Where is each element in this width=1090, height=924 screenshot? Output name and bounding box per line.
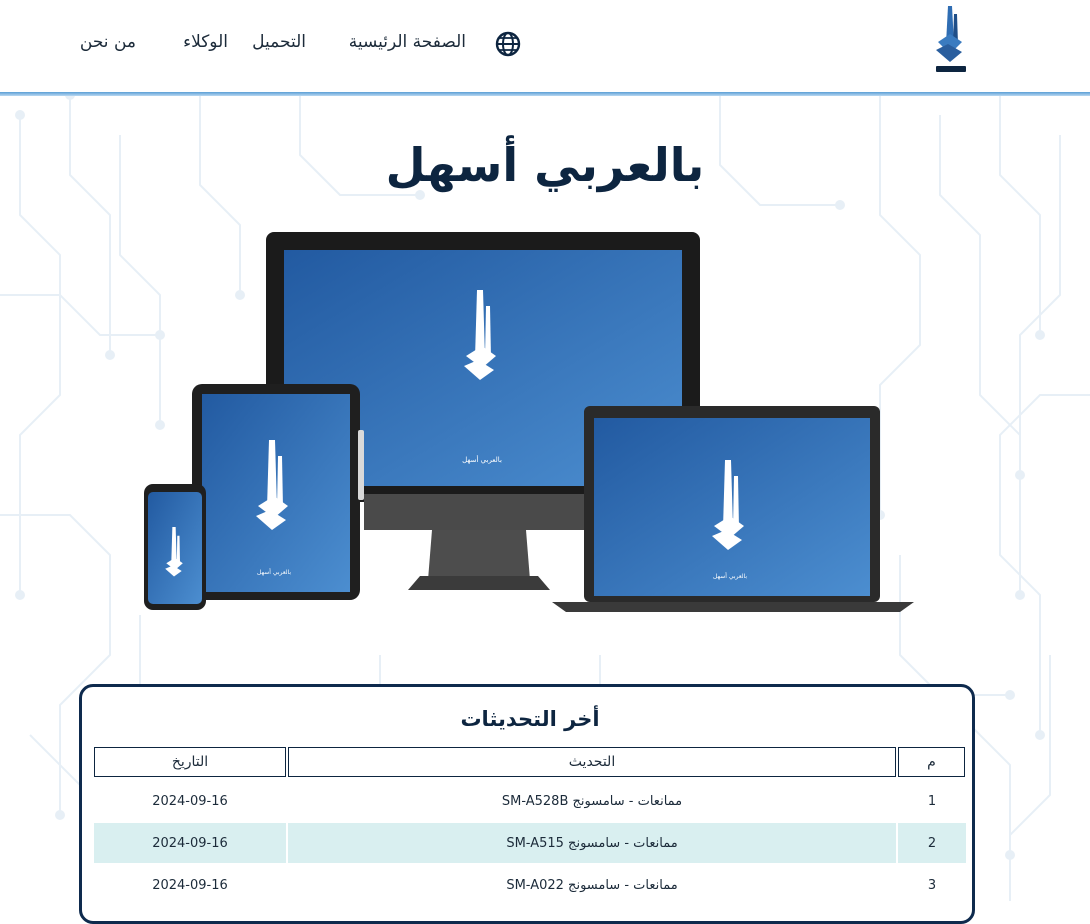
- laptop-device: بالعربي أسهل: [552, 406, 914, 612]
- updates-panel: أخر التحديثات م التحديث التاريخ 1 ممانعا…: [79, 684, 975, 924]
- header-divider: [0, 92, 1090, 96]
- updates-title: أخر التحديثات: [460, 707, 600, 731]
- tablet-caption: بالعربي أسهل: [257, 568, 291, 576]
- devices-illustration: بالعربي أسهل بالعربي أسهل بالعربي أسهل: [144, 232, 914, 612]
- laptop-caption: بالعربي أسهل: [713, 572, 747, 580]
- row-update: ممانعات - سامسونج SM-A022: [506, 877, 678, 893]
- nav-link-about[interactable]: من نحن: [80, 32, 136, 52]
- table-row[interactable]: 2 ممانعات - سامسونج SM-A515 2024-09-16: [94, 823, 966, 863]
- column-header-index: م: [898, 747, 965, 777]
- phone-device: [144, 484, 206, 610]
- top-header: الصفحة الرئيسية التحميل الوكلاء من نحن: [0, 0, 1090, 92]
- table-row[interactable]: 1 ممانعات - سامسونج SM-A528B 2024-09-16: [94, 781, 966, 821]
- monitor-caption: بالعربي أسهل: [462, 455, 502, 464]
- row-update: ممانعات - سامسونج SM-A528B: [501, 793, 683, 809]
- row-index: 1: [927, 793, 937, 809]
- nav-link-download[interactable]: التحميل: [252, 32, 306, 52]
- tablet-device: بالعربي أسهل: [192, 384, 364, 600]
- table-row[interactable]: 3 ممانعات - سامسونج SM-A022 2024-09-16: [94, 865, 966, 905]
- row-date: 2024-09-16: [152, 877, 228, 893]
- column-header-date: التاريخ: [94, 747, 286, 777]
- nav-link-agents[interactable]: الوكلاء: [183, 32, 228, 52]
- row-date: 2024-09-16: [152, 793, 228, 809]
- row-index: 3: [927, 877, 937, 893]
- row-update: ممانعات - سامسونج SM-A515: [288, 823, 896, 863]
- hero-title: بالعربي أسهل: [385, 138, 705, 192]
- main-nav: الصفحة الرئيسية التحميل الوكلاء من نحن: [0, 32, 1090, 58]
- row-index: 2: [898, 823, 966, 863]
- nav-link-home[interactable]: الصفحة الرئيسية: [349, 32, 466, 52]
- row-date: 2024-09-16: [94, 823, 286, 863]
- column-header-update: التحديث: [288, 747, 896, 777]
